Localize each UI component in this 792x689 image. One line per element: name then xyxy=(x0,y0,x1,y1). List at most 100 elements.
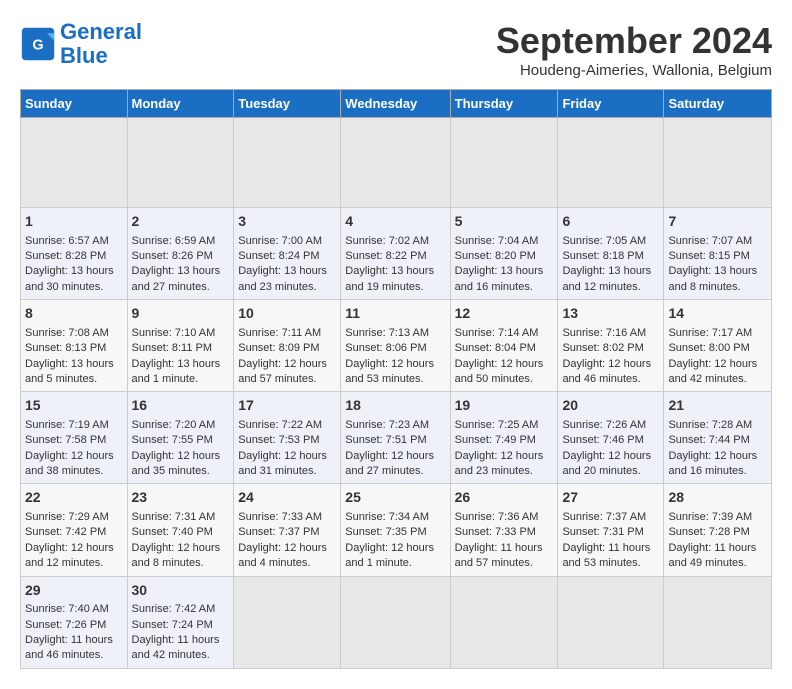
header-row: SundayMondayTuesdayWednesdayThursdayFrid… xyxy=(21,90,772,118)
calendar-cell xyxy=(234,118,341,208)
day-header-friday: Friday xyxy=(558,90,664,118)
day-info: Sunrise: 7:29 AM Sunset: 7:42 PM Dayligh… xyxy=(25,511,114,569)
day-info: Sunrise: 7:11 AM Sunset: 8:09 PM Dayligh… xyxy=(238,327,327,385)
calendar-cell: 26 Sunrise: 7:36 AM Sunset: 7:33 PM Dayli… xyxy=(450,484,558,576)
calendar-cell: 8 Sunrise: 7:08 AM Sunset: 8:13 PM Daylig… xyxy=(21,300,128,392)
day-number: 22 xyxy=(25,488,123,508)
day-number: 5 xyxy=(455,212,554,232)
calendar-cell: 20Sunrise: 7:26 AM Sunset: 7:46 PM Dayli… xyxy=(558,392,664,484)
calendar-cell: 4Sunrise: 7:02 AM Sunset: 8:22 PM Daylig… xyxy=(341,208,450,300)
logo: G General Blue xyxy=(20,20,142,68)
day-info: Sunrise: 7:39 AM Sunset: 7:28 PM Dayligh… xyxy=(668,511,756,569)
calendar-cell: 29Sunrise: 7:40 AM Sunset: 7:26 PM Dayli… xyxy=(21,576,128,668)
day-info: Sunrise: 7:25 AM Sunset: 7:49 PM Dayligh… xyxy=(455,419,544,477)
calendar-cell: 23 Sunrise: 7:31 AM Sunset: 7:40 PM Dayli… xyxy=(127,484,234,576)
day-number: 15 xyxy=(25,396,123,416)
day-info: Sunrise: 7:28 AM Sunset: 7:44 PM Dayligh… xyxy=(668,419,757,477)
day-info: Sunrise: 7:02 AM Sunset: 8:22 PM Dayligh… xyxy=(345,235,434,293)
day-number: 6 xyxy=(562,212,659,232)
day-number: 26 xyxy=(455,488,554,508)
calendar-cell: 16Sunrise: 7:20 AM Sunset: 7:55 PM Dayli… xyxy=(127,392,234,484)
day-info: Sunrise: 7:16 AM Sunset: 8:02 PM Dayligh… xyxy=(562,327,651,385)
day-number: 8 xyxy=(25,304,123,324)
day-number: 25 xyxy=(345,488,445,508)
day-number: 27 xyxy=(562,488,659,508)
calendar-cell: 6Sunrise: 7:05 AM Sunset: 8:18 PM Daylig… xyxy=(558,208,664,300)
calendar-cell: 25 Sunrise: 7:34 AM Sunset: 7:35 PM Dayli… xyxy=(341,484,450,576)
day-number: 19 xyxy=(455,396,554,416)
calendar-cell: 12Sunrise: 7:14 AM Sunset: 8:04 PM Dayli… xyxy=(450,300,558,392)
title-block: September 2024 Houdeng-Aimeries, Walloni… xyxy=(496,20,772,79)
day-info: Sunrise: 7:22 AM Sunset: 7:53 PM Dayligh… xyxy=(238,419,327,477)
location: Houdeng-Aimeries, Wallonia, Belgium xyxy=(496,62,772,79)
calendar-row: 29Sunrise: 7:40 AM Sunset: 7:26 PM Dayli… xyxy=(21,576,772,668)
day-number: 7 xyxy=(668,212,767,232)
day-info: Sunrise: 7:26 AM Sunset: 7:46 PM Dayligh… xyxy=(562,419,651,477)
calendar-cell xyxy=(341,576,450,668)
calendar-cell: 5Sunrise: 7:04 AM Sunset: 8:20 PM Daylig… xyxy=(450,208,558,300)
calendar-cell: 28 Sunrise: 7:39 AM Sunset: 7:28 PM Dayli… xyxy=(664,484,772,576)
day-info: Sunrise: 7:36 AM Sunset: 7:33 PM Dayligh… xyxy=(455,511,543,569)
day-info: Sunrise: 7:37 AM Sunset: 7:31 PM Dayligh… xyxy=(562,511,650,569)
calendar-cell: 11 Sunrise: 7:13 AM Sunset: 8:06 PM Dayli… xyxy=(341,300,450,392)
day-number: 16 xyxy=(132,396,230,416)
calendar-row: 1Sunrise: 6:57 AM Sunset: 8:28 PM Daylig… xyxy=(21,208,772,300)
logo-line1: General xyxy=(60,19,142,44)
day-info: Sunrise: 7:19 AM Sunset: 7:58 PM Dayligh… xyxy=(25,419,114,477)
calendar-cell: 22 Sunrise: 7:29 AM Sunset: 7:42 PM Dayli… xyxy=(21,484,128,576)
calendar-cell xyxy=(664,118,772,208)
month-title: September 2024 xyxy=(496,20,772,62)
calendar-cell: 24 Sunrise: 7:33 AM Sunset: 7:37 PM Dayli… xyxy=(234,484,341,576)
calendar-cell: 15 Sunrise: 7:19 AM Sunset: 7:58 PM Dayli… xyxy=(21,392,128,484)
calendar-cell xyxy=(127,118,234,208)
day-info: Sunrise: 7:23 AM Sunset: 7:51 PM Dayligh… xyxy=(345,419,434,477)
day-number: 17 xyxy=(238,396,336,416)
logo-text: General Blue xyxy=(60,20,142,68)
day-number: 11 xyxy=(345,304,445,324)
svg-text:G: G xyxy=(32,38,43,54)
day-number: 24 xyxy=(238,488,336,508)
day-info: Sunrise: 7:08 AM Sunset: 8:13 PM Dayligh… xyxy=(25,327,114,385)
calendar-cell: 18Sunrise: 7:23 AM Sunset: 7:51 PM Dayli… xyxy=(341,392,450,484)
day-number: 30 xyxy=(132,581,230,601)
calendar-cell: 2 Sunrise: 6:59 AM Sunset: 8:26 PM Daylig… xyxy=(127,208,234,300)
calendar-cell: 27 Sunrise: 7:37 AM Sunset: 7:31 PM Dayli… xyxy=(558,484,664,576)
calendar-cell: 30Sunrise: 7:42 AM Sunset: 7:24 PM Dayli… xyxy=(127,576,234,668)
day-info: Sunrise: 7:07 AM Sunset: 8:15 PM Dayligh… xyxy=(668,235,757,293)
logo-icon: G xyxy=(20,26,56,62)
day-header-thursday: Thursday xyxy=(450,90,558,118)
day-number: 29 xyxy=(25,581,123,601)
day-info: Sunrise: 7:33 AM Sunset: 7:37 PM Dayligh… xyxy=(238,511,327,569)
day-info: Sunrise: 7:17 AM Sunset: 8:00 PM Dayligh… xyxy=(668,327,757,385)
calendar-cell xyxy=(450,576,558,668)
day-number: 28 xyxy=(668,488,767,508)
calendar-cell: 1Sunrise: 6:57 AM Sunset: 8:28 PM Daylig… xyxy=(21,208,128,300)
day-number: 23 xyxy=(132,488,230,508)
calendar-cell: 13Sunrise: 7:16 AM Sunset: 8:02 PM Dayli… xyxy=(558,300,664,392)
day-header-tuesday: Tuesday xyxy=(234,90,341,118)
day-header-monday: Monday xyxy=(127,90,234,118)
day-info: Sunrise: 7:34 AM Sunset: 7:35 PM Dayligh… xyxy=(345,511,434,569)
calendar-cell: 3 Sunrise: 7:00 AM Sunset: 8:24 PM Daylig… xyxy=(234,208,341,300)
calendar-cell xyxy=(558,118,664,208)
calendar-cell: 21 Sunrise: 7:28 AM Sunset: 7:44 PM Dayli… xyxy=(664,392,772,484)
day-header-saturday: Saturday xyxy=(664,90,772,118)
day-info: Sunrise: 7:00 AM Sunset: 8:24 PM Dayligh… xyxy=(238,235,327,293)
day-header-sunday: Sunday xyxy=(21,90,128,118)
day-number: 12 xyxy=(455,304,554,324)
calendar-cell xyxy=(664,576,772,668)
calendar-cell xyxy=(234,576,341,668)
calendar-cell: 17 Sunrise: 7:22 AM Sunset: 7:53 PM Dayli… xyxy=(234,392,341,484)
day-info: Sunrise: 7:13 AM Sunset: 8:06 PM Dayligh… xyxy=(345,327,434,385)
day-number: 2 xyxy=(132,212,230,232)
calendar-cell xyxy=(341,118,450,208)
day-number: 21 xyxy=(668,396,767,416)
day-header-wednesday: Wednesday xyxy=(341,90,450,118)
calendar-cell: 10 Sunrise: 7:11 AM Sunset: 8:09 PM Dayli… xyxy=(234,300,341,392)
calendar-cell xyxy=(21,118,128,208)
calendar-row xyxy=(21,118,772,208)
day-info: Sunrise: 6:59 AM Sunset: 8:26 PM Dayligh… xyxy=(132,235,221,293)
day-info: Sunrise: 7:31 AM Sunset: 7:40 PM Dayligh… xyxy=(132,511,221,569)
day-number: 10 xyxy=(238,304,336,324)
day-number: 3 xyxy=(238,212,336,232)
